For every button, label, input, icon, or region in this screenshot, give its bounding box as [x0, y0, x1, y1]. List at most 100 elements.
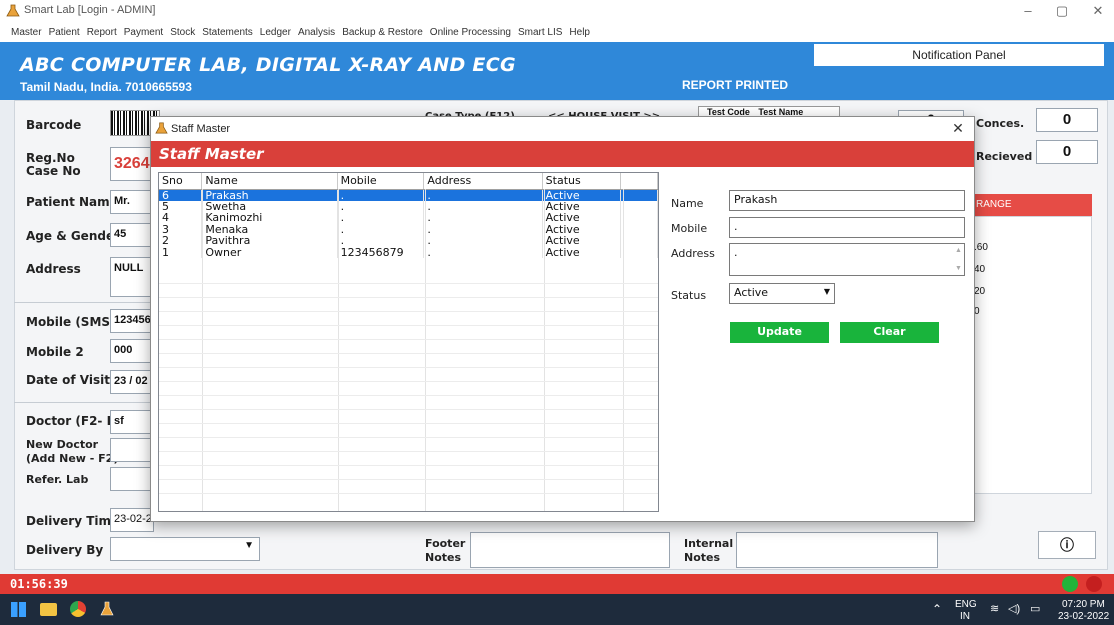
cell-filler: [620, 212, 658, 224]
clear-button[interactable]: Clear: [840, 322, 939, 343]
column-header-address[interactable]: Address: [423, 173, 543, 190]
cell-name: Prakash: [201, 189, 338, 201]
received-label: Recieved: [976, 150, 1033, 163]
address-field[interactable]: NULL: [110, 257, 154, 297]
battery-icon[interactable]: ▭: [1030, 602, 1040, 615]
footer-notes-label-2: Notes: [425, 551, 462, 564]
received-field[interactable]: 0: [1036, 140, 1098, 164]
menu-stock[interactable]: Stock: [170, 27, 195, 38]
lab-name: ABC COMPUTER LAB, DIGITAL X-RAY AND ECG: [20, 54, 516, 76]
minimize-button[interactable]: –: [1014, 2, 1042, 20]
volume-icon[interactable]: ◁): [1008, 602, 1020, 615]
grid-line: [159, 367, 658, 368]
scroll-up-icon[interactable]: ▲: [955, 247, 962, 254]
menu-backup-restore[interactable]: Backup & Restore: [342, 27, 423, 38]
table-row[interactable]: 4 Kanimozhi.. Active: [159, 212, 658, 224]
wifi-icon[interactable]: ≋: [990, 602, 999, 615]
notification-panel[interactable]: Notification Panel: [814, 44, 1104, 66]
refer-lab-label: Refer. Lab: [26, 473, 89, 486]
internal-notes-field[interactable]: [736, 532, 938, 568]
case-no-label: Case No: [26, 164, 81, 178]
chevron-down-icon: ▼: [244, 540, 254, 551]
table-row[interactable]: 6 Prakash.. Active: [159, 189, 658, 201]
delivery-time-field[interactable]: 23-02-2: [110, 508, 154, 532]
grid-line: [159, 353, 658, 354]
refer-lab-field[interactable]: [110, 467, 154, 491]
name-input[interactable]: Prakash: [729, 190, 965, 211]
menu-statements[interactable]: Statements: [202, 27, 253, 38]
cell-sno: 1: [159, 246, 203, 258]
age-gender-label: Age & Gender: [26, 229, 121, 243]
close-window-button[interactable]: ✕: [1084, 2, 1112, 20]
column-header-mobile[interactable]: Mobile: [337, 173, 425, 190]
mobile-input[interactable]: .: [729, 217, 965, 238]
column-header-status[interactable]: Status: [542, 173, 622, 190]
table-row[interactable]: 2 Pavithra.. Active: [159, 235, 658, 247]
grid-line: [159, 283, 658, 284]
menu-smart-lis[interactable]: Smart LIS: [518, 27, 562, 38]
info-button[interactable]: ⓘ: [1038, 531, 1096, 559]
menu-online-processing[interactable]: Online Processing: [430, 27, 511, 38]
dialog-header: Staff Master: [151, 141, 974, 167]
grid-line: [159, 451, 658, 452]
grid-line: [159, 395, 658, 396]
column-header-sno[interactable]: Sno: [159, 173, 203, 190]
reg-no-field[interactable]: 3264: [110, 147, 154, 181]
file-explorer-icon[interactable]: [40, 603, 57, 616]
date-of-visit-label: Date of Visit: [26, 373, 110, 387]
new-doctor-field[interactable]: [110, 438, 154, 462]
age-field[interactable]: 45: [110, 223, 154, 247]
column-header-name[interactable]: Name: [201, 173, 338, 190]
chevron-down-icon: ▼: [823, 287, 830, 296]
language-indicator[interactable]: ENG: [955, 599, 977, 610]
grid-line: [159, 493, 658, 494]
maximize-button[interactable]: ▢: [1048, 2, 1076, 20]
windows-start-icon[interactable]: [11, 602, 26, 617]
staff-grid[interactable]: Sno Name Mobile Address Status 6 Prakash.…: [158, 172, 659, 512]
new-doctor-label: New Doctor: [26, 438, 99, 451]
menu-payment[interactable]: Payment: [124, 27, 163, 38]
internal-notes-label: Internal: [684, 537, 734, 550]
mobile-2-field[interactable]: 000: [110, 339, 154, 363]
menu-master[interactable]: Master: [11, 27, 42, 38]
cell-name: Pavithra: [201, 235, 338, 247]
scroll-down-icon[interactable]: ▼: [955, 265, 962, 272]
table-row[interactable]: 5 Swetha.. Active: [159, 200, 658, 212]
grid-line: [159, 325, 658, 326]
cell-name: Owner: [201, 246, 338, 258]
flask-icon: [6, 4, 20, 17]
language-region: IN: [960, 611, 970, 622]
table-row[interactable]: 3 Menaka.. Active: [159, 223, 658, 235]
menu-report[interactable]: Report: [87, 27, 117, 38]
grid-line: [159, 437, 658, 438]
menu-analysis[interactable]: Analysis: [298, 27, 335, 38]
grid-line: [544, 189, 545, 511]
menu-patient[interactable]: Patient: [49, 27, 80, 38]
close-icon[interactable]: ✕: [948, 119, 968, 137]
menu-help[interactable]: Help: [569, 27, 590, 38]
cell-address: .: [423, 200, 543, 212]
delivery-by-select[interactable]: ▼: [110, 537, 260, 561]
taskbar: ⌃ ENG IN ≋ ◁) ▭ 07:20 PM 23-02-2022: [0, 594, 1114, 625]
table-row[interactable]: 1 Owner 123456879. Active: [159, 246, 658, 258]
address-textarea[interactable]: .: [729, 243, 965, 276]
cell-sno: 4: [159, 212, 203, 224]
footer-notes-field[interactable]: [470, 532, 670, 568]
chrome-icon[interactable]: [70, 601, 86, 617]
mobile-sms-field[interactable]: 1234568: [110, 309, 154, 333]
status-select[interactable]: Active ▼: [729, 283, 835, 304]
update-button[interactable]: Update: [730, 322, 829, 343]
menu-ledger[interactable]: Ledger: [260, 27, 291, 38]
patient-title-field[interactable]: Mr.: [110, 190, 154, 214]
date-of-visit-field[interactable]: 23 / 02: [110, 370, 154, 394]
flask-icon[interactable]: [100, 601, 114, 617]
name-label: Name: [671, 197, 704, 210]
clock-time[interactable]: 07:20 PM: [1062, 599, 1105, 610]
chevron-up-icon[interactable]: ⌃: [932, 602, 942, 616]
clock-date[interactable]: 23-02-2022: [1058, 611, 1109, 622]
cell-name: Swetha: [201, 200, 338, 212]
doctor-field[interactable]: sf: [110, 410, 154, 434]
cell-sno: 5: [159, 200, 203, 212]
concession-field[interactable]: 0: [1036, 108, 1098, 132]
column-header-filler: [620, 173, 658, 190]
